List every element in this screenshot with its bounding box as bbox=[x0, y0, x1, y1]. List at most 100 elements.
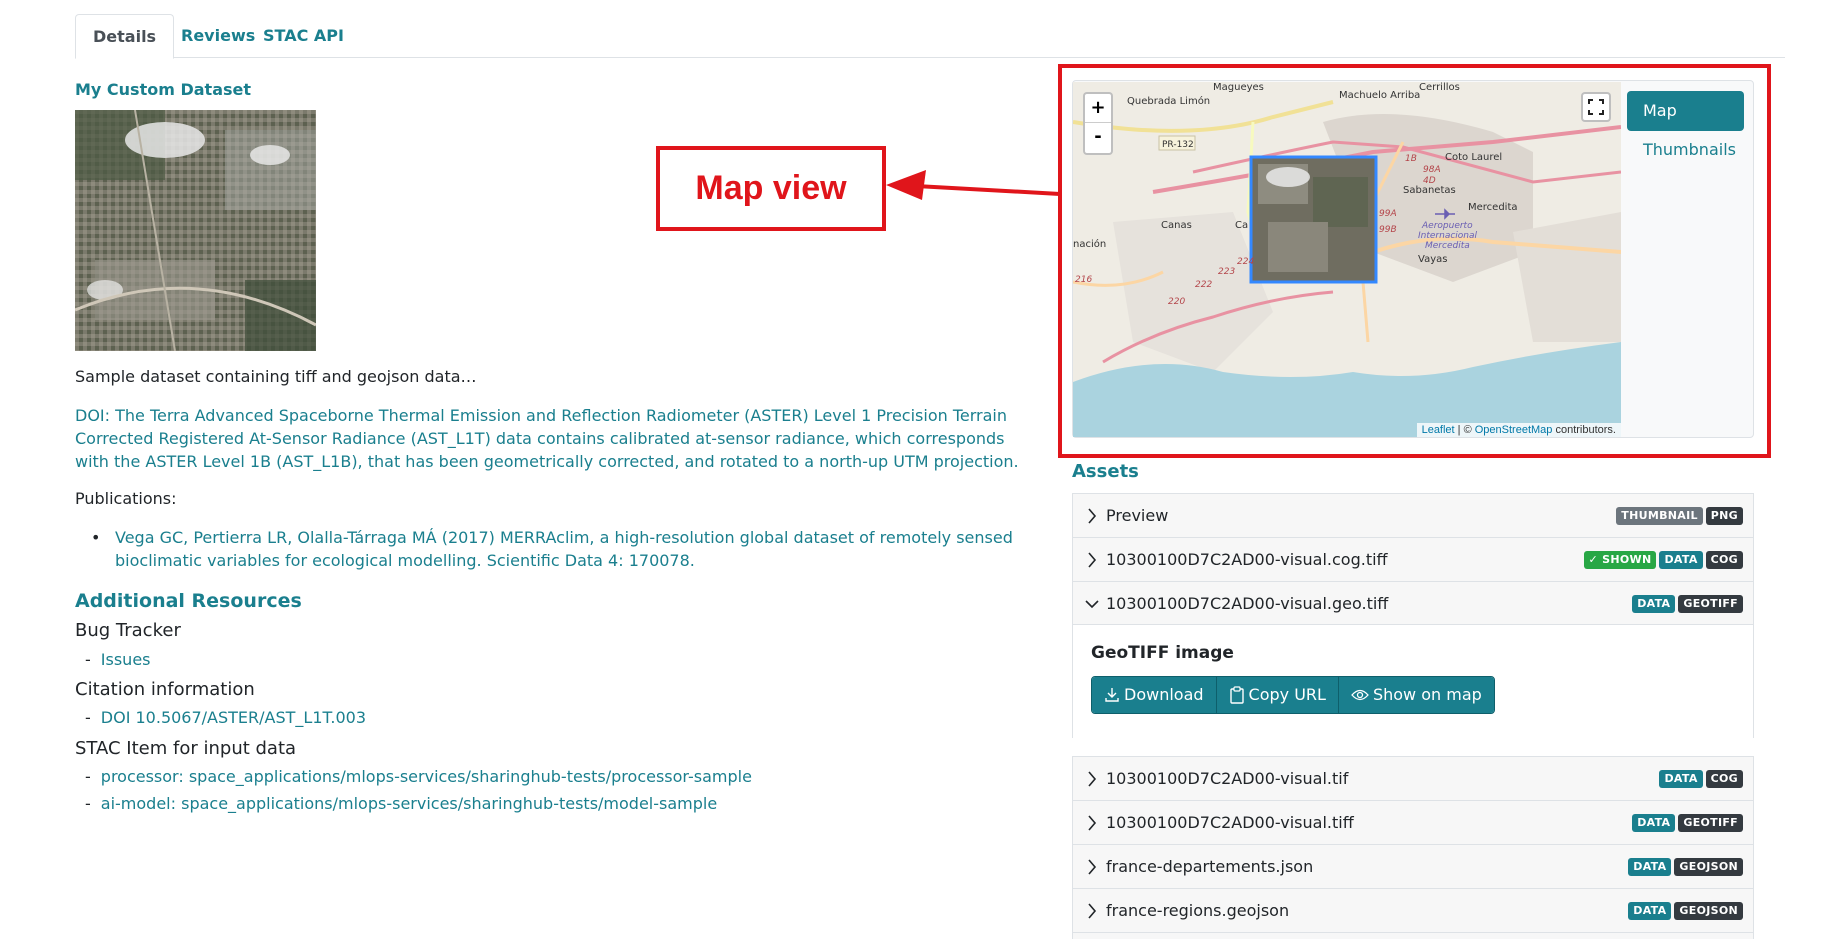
asset-badge: DATA bbox=[1659, 770, 1703, 788]
dataset-description: Sample dataset containing tiff and geojs… bbox=[75, 367, 477, 386]
map-canvas[interactable]: Magueyes Cerrillos Quebrada Limón Machue… bbox=[1073, 82, 1621, 437]
asset-row[interactable]: 10300100D7C2AD00-visual.geo.tiff DATA GEOT… bbox=[1072, 581, 1754, 625]
asset-row[interactable]: Release v0.1.0: First ReleaseSOURCEZIP bbox=[1072, 932, 1754, 939]
map-attribution: Leaflet | © OpenStreetMap contributors. bbox=[1416, 423, 1621, 437]
chevron-right-icon bbox=[1088, 815, 1097, 831]
asset-badge: COG bbox=[1705, 551, 1743, 569]
asset-badge: THUMBNAIL bbox=[1616, 507, 1703, 525]
asset-badge: DATA bbox=[1632, 595, 1676, 613]
svg-text:223: 223 bbox=[1218, 267, 1235, 277]
asset-badge: DATA bbox=[1659, 551, 1703, 569]
asset-name: 10300100D7C2AD00-visual.tiff bbox=[1106, 813, 1354, 832]
asset-badges: ✓ SHOWN DATA COG bbox=[1583, 551, 1743, 569]
zoom-out-button[interactable]: - bbox=[1085, 123, 1111, 152]
osm-link[interactable]: OpenStreetMap bbox=[1475, 424, 1553, 436]
asset-type-title: GeoTIFF image bbox=[1091, 643, 1234, 663]
issues-link[interactable]: Issues bbox=[101, 650, 151, 669]
stac-input-heading: STAC Item for input data bbox=[75, 738, 297, 759]
svg-text:nación: nación bbox=[1073, 238, 1106, 250]
zoom-in-button[interactable]: + bbox=[1085, 94, 1111, 123]
asset-badges: DATA GEOTIFF bbox=[1632, 595, 1743, 613]
svg-text:Coto Laurel: Coto Laurel bbox=[1445, 152, 1502, 163]
chevron-right-icon bbox=[1088, 552, 1097, 568]
zoom-control: + - bbox=[1083, 92, 1113, 155]
chevron-down-icon bbox=[1085, 600, 1099, 609]
ai-model-item: - ai-model: space_applications/mlops-serv… bbox=[85, 794, 718, 813]
citation-item: - DOI 10.5067/ASTER/AST_L1T.003 bbox=[85, 708, 367, 727]
citation-heading: Citation information bbox=[75, 679, 255, 700]
asset-name: france-departements.json bbox=[1106, 857, 1314, 876]
asset-badge: DATA bbox=[1628, 858, 1672, 876]
svg-text:222: 222 bbox=[1195, 280, 1212, 290]
svg-text:4D: 4D bbox=[1423, 176, 1436, 186]
asset-badge: COG bbox=[1705, 770, 1743, 788]
svg-text:Sabanetas: Sabanetas bbox=[1403, 185, 1456, 196]
asset-badge: GEOTIFF bbox=[1678, 595, 1743, 613]
leaflet-link[interactable]: Leaflet bbox=[1422, 424, 1455, 436]
issues-item: - Issues bbox=[85, 650, 151, 669]
svg-text:220: 220 bbox=[1168, 297, 1185, 307]
doi-link[interactable]: DOI: The Terra Advanced Spaceborne Therm… bbox=[75, 404, 1035, 473]
svg-text:Internacional: Internacional bbox=[1418, 231, 1478, 241]
asset-name: france-regions.geojson bbox=[1106, 901, 1290, 920]
clipboard-icon bbox=[1229, 686, 1244, 704]
dataset-thumbnail bbox=[75, 110, 316, 351]
asset-name: Release v0.1.0: First Release bbox=[1106, 933, 1336, 939]
asset-name: 10300100D7C2AD00-visual.tif bbox=[1106, 769, 1349, 788]
assets-heading: Assets bbox=[1072, 461, 1139, 482]
asset-row[interactable]: 10300100D7C2AD00-visual.cog.tiff ✓ SHOWN D… bbox=[1072, 537, 1754, 581]
tab-details[interactable]: Details bbox=[75, 14, 175, 59]
processor-link[interactable]: processor: space_applications/mlops-serv… bbox=[101, 767, 752, 786]
chevron-right-icon bbox=[1088, 859, 1097, 875]
svg-text:216: 216 bbox=[1075, 275, 1092, 285]
bullet-icon: • bbox=[91, 528, 101, 547]
svg-text:Ca: Ca bbox=[1235, 220, 1248, 231]
asset-badges: DATA GEOTIFF bbox=[1632, 814, 1743, 832]
svg-text:Vayas: Vayas bbox=[1418, 254, 1447, 265]
processor-item: - processor: space_applications/mlops-ser… bbox=[85, 767, 752, 786]
svg-text:Canas: Canas bbox=[1161, 220, 1192, 231]
asset-actions: Download Copy URL Show on map bbox=[1091, 676, 1495, 714]
publication-link[interactable]: Vega GC, Pertierra LR, Olalla-Tárraga MÁ… bbox=[115, 526, 1035, 572]
tab-stac-api[interactable]: STAC API bbox=[246, 14, 361, 59]
ai-model-link[interactable]: ai-model: space_applications/mlops-servi… bbox=[101, 794, 717, 813]
svg-text:99B: 99B bbox=[1379, 225, 1397, 235]
chevron-right-icon bbox=[1088, 771, 1097, 787]
asset-details-panel: GeoTIFF image Download Copy URL Show on map bbox=[1072, 624, 1754, 738]
asset-row[interactable]: france-regions.geojson DATA GEOJSON bbox=[1072, 888, 1754, 932]
bug-tracker-heading: Bug Tracker bbox=[75, 620, 181, 641]
asset-row[interactable]: france-departements.json DATA GEOJSON bbox=[1072, 844, 1754, 888]
svg-text:Mercedita: Mercedita bbox=[1425, 241, 1470, 251]
copy-url-button[interactable]: Copy URL bbox=[1216, 677, 1339, 713]
asset-badge: DATA bbox=[1632, 814, 1676, 832]
annotation-label: Map view bbox=[695, 169, 847, 207]
map-view-tab[interactable]: Map bbox=[1627, 91, 1744, 131]
asset-badge: ✓ SHOWN bbox=[1583, 551, 1657, 569]
download-button[interactable]: Download bbox=[1092, 677, 1217, 713]
publications-label: Publications: bbox=[75, 489, 177, 508]
fullscreen-icon bbox=[1588, 99, 1604, 115]
asset-row[interactable]: 10300100D7C2AD00-visual.tiff DATA GEOTIFF bbox=[1072, 800, 1754, 844]
asset-badges: DATA GEOJSON bbox=[1628, 902, 1743, 920]
svg-text:98A: 98A bbox=[1423, 165, 1441, 175]
asset-badges: THUMBNAIL PNG bbox=[1616, 507, 1743, 525]
asset-badges: DATA GEOJSON bbox=[1628, 858, 1743, 876]
svg-text:Magueyes: Magueyes bbox=[1213, 82, 1264, 93]
show-on-map-button[interactable]: Show on map bbox=[1338, 677, 1494, 713]
download-icon bbox=[1105, 688, 1119, 702]
asset-badge: GEOTIFF bbox=[1678, 814, 1743, 832]
eye-icon bbox=[1351, 689, 1369, 701]
svg-text:99A: 99A bbox=[1379, 209, 1397, 219]
svg-text:Mercedita: Mercedita bbox=[1468, 202, 1518, 213]
fullscreen-button[interactable] bbox=[1581, 92, 1611, 122]
svg-text:Quebrada Limón: Quebrada Limón bbox=[1127, 95, 1210, 107]
thumbnails-view-tab[interactable]: Thumbnails bbox=[1643, 140, 1736, 159]
dataset-title-link[interactable]: My Custom Dataset bbox=[75, 80, 251, 99]
additional-resources-heading: Additional Resources bbox=[75, 590, 302, 612]
asset-badges: DATA COG bbox=[1659, 770, 1743, 788]
citation-doi-link[interactable]: DOI 10.5067/ASTER/AST_L1T.003 bbox=[101, 708, 366, 727]
annotation-arrow-icon bbox=[886, 170, 1061, 200]
asset-row[interactable]: Preview THUMBNAIL PNG bbox=[1072, 493, 1754, 537]
tab-bar: Details Reviews STAC API bbox=[75, 14, 1785, 59]
asset-row[interactable]: 10300100D7C2AD00-visual.tif DATA COG bbox=[1072, 756, 1754, 800]
